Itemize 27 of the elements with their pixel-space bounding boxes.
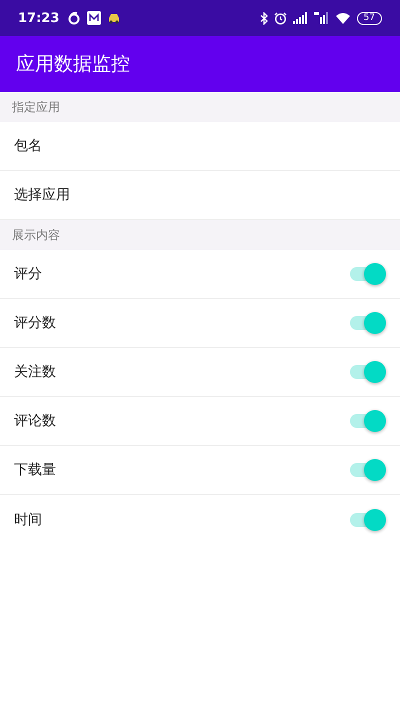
- row-label: 评论数: [14, 412, 56, 430]
- settings-row[interactable]: 关注数: [0, 348, 400, 397]
- settings-row[interactable]: 时间: [0, 495, 400, 544]
- battery-level: 57: [356, 12, 382, 24]
- section-header: 指定应用: [0, 92, 400, 122]
- signal-icon: [314, 12, 329, 24]
- app-title: 应用数据监控: [16, 52, 130, 77]
- settings-row[interactable]: 包名: [0, 122, 400, 171]
- row-label: 包名: [14, 137, 42, 155]
- settings-row[interactable]: 评分数: [0, 299, 400, 348]
- settings-row[interactable]: 下载量: [0, 446, 400, 495]
- settings-row[interactable]: 评分: [0, 250, 400, 299]
- clock-time: 17:23: [18, 10, 60, 26]
- row-label: 下载量: [14, 461, 56, 479]
- row-label: 时间: [14, 510, 42, 528]
- signal-icon: [292, 12, 308, 24]
- car-icon: [107, 12, 122, 24]
- row-label: 选择应用: [14, 186, 70, 204]
- alarm-clock-icon: [274, 12, 287, 24]
- row-label: 评分: [14, 265, 42, 283]
- wifi-icon: [334, 12, 351, 24]
- bluetooth-icon: [260, 12, 268, 24]
- settings-row[interactable]: 评论数: [0, 397, 400, 446]
- section-header: 展示内容: [0, 220, 400, 250]
- mail-icon: [87, 11, 102, 25]
- row-label: 关注数: [14, 363, 56, 381]
- row-label: 评分数: [14, 314, 56, 332]
